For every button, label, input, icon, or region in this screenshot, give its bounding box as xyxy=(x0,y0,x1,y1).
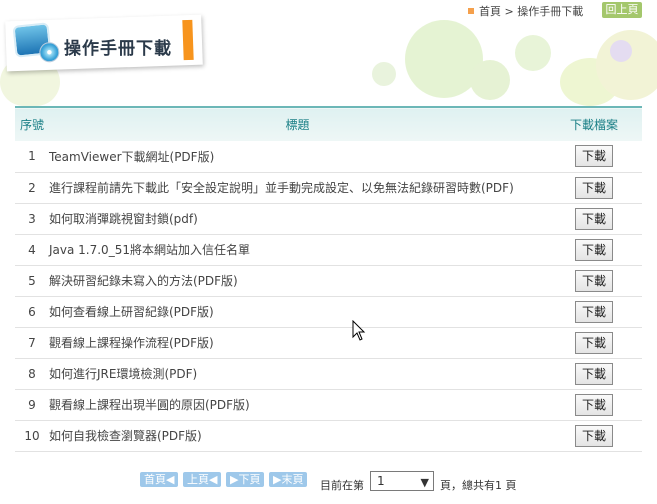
decor-bubble xyxy=(610,40,632,62)
row-number: 5 xyxy=(15,265,49,297)
download-button[interactable]: 下載 xyxy=(575,300,613,323)
row-download-cell: 下載 xyxy=(546,389,642,421)
breadcrumb-current: 操作手冊下載 xyxy=(517,5,584,18)
page-select-value: 1 xyxy=(377,474,385,488)
next-page-button[interactable]: ▶下頁 xyxy=(226,472,265,487)
table-row: 6 如何查看線上研習紀錄(PDF版) 下載 xyxy=(15,296,642,328)
row-number: 1 xyxy=(15,141,49,173)
row-number: 9 xyxy=(15,389,49,421)
download-button[interactable]: 下載 xyxy=(575,331,613,354)
header-download: 下載檔案 xyxy=(569,118,618,132)
row-download-cell: 下載 xyxy=(546,141,642,173)
row-title: 如何自我檢查瀏覽器(PDF版) xyxy=(49,420,546,452)
row-download-cell: 下載 xyxy=(546,296,642,328)
row-number: 8 xyxy=(15,358,49,390)
download-button[interactable]: 下載 xyxy=(575,362,613,385)
header-banner: 首頁 > 操作手冊下載 回上頁 操作手冊下載 xyxy=(0,0,657,106)
download-button[interactable]: 下載 xyxy=(575,145,613,168)
header-no: 序號 xyxy=(19,118,44,132)
row-title: 觀看線上課程出現半圓的原因(PDF版) xyxy=(49,389,546,421)
row-title: Java 1.7.0_51將本網站加入信任名單 xyxy=(49,234,546,266)
row-download-cell: 下載 xyxy=(546,327,642,359)
decor-bubble xyxy=(372,62,396,86)
table-row: 9 觀看線上課程出現半圓的原因(PDF版) 下載 xyxy=(15,389,642,421)
row-download-cell: 下載 xyxy=(546,420,642,452)
back-button[interactable]: 回上頁 xyxy=(602,2,642,18)
table-row: 10 如何自我檢查瀏覽器(PDF版) 下載 xyxy=(15,420,642,452)
decor-bubble xyxy=(515,35,551,71)
row-title: 觀看線上課程操作流程(PDF版) xyxy=(49,327,546,359)
table-row: 1 TeamViewer下載網址(PDF版) 下載 xyxy=(15,141,642,173)
manual-table: 序號 標題 下載檔案 1 TeamViewer下載網址(PDF版) 下載 2 進行課程前… xyxy=(15,106,642,452)
current-page-label: 目前在第 xyxy=(320,479,364,492)
mouse-pointer-icon xyxy=(352,320,366,341)
row-number: 7 xyxy=(15,327,49,359)
row-download-cell: 下載 xyxy=(546,234,642,266)
row-title: 解決研習紀錄未寫入的方法(PDF版) xyxy=(49,265,546,297)
breadcrumb-separator: > xyxy=(504,5,514,18)
row-number: 4 xyxy=(15,234,49,266)
table-row: 2 進行課程前請先下載此「安全設定說明」並手動完成設定、以免無法紀錄研習時數(PD… xyxy=(15,172,642,204)
manual-cd-icon xyxy=(12,22,61,64)
breadcrumb: 首頁 > 操作手冊下載 xyxy=(468,3,583,19)
download-button[interactable]: 下載 xyxy=(575,176,613,199)
row-download-cell: 下載 xyxy=(546,358,642,390)
row-number: 10 xyxy=(15,420,49,452)
row-number: 2 xyxy=(15,172,49,204)
table-header-row: 序號 標題 下載檔案 xyxy=(15,107,642,141)
download-button[interactable]: 下載 xyxy=(575,424,613,447)
row-download-cell: 下載 xyxy=(546,203,642,235)
pagination: 首頁◀ 上頁◀ ▶下頁 ▶末頁 目前在第 1 ▼ 頁，總共有1 頁 xyxy=(0,471,657,492)
download-button[interactable]: 下載 xyxy=(575,393,613,416)
page-select[interactable]: 1 ▼ xyxy=(370,471,434,491)
table-row: 4 Java 1.7.0_51將本網站加入信任名單 下載 xyxy=(15,234,642,266)
table-row: 7 觀看線上課程操作流程(PDF版) 下載 xyxy=(15,327,642,359)
download-button[interactable]: 下載 xyxy=(575,238,613,261)
chevron-down-icon: ▼ xyxy=(420,476,429,489)
row-title: TeamViewer下載網址(PDF版) xyxy=(49,141,546,173)
row-title: 如何進行JRE環境檢測(PDF) xyxy=(49,358,546,390)
prev-page-button[interactable]: 上頁◀ xyxy=(183,472,222,487)
page-title: 操作手冊下載 xyxy=(64,39,172,59)
bullet-icon xyxy=(468,8,474,14)
row-title: 如何取消彈跳視窗封鎖(pdf) xyxy=(49,203,546,235)
download-button[interactable]: 下載 xyxy=(575,207,613,230)
row-title: 進行課程前請先下載此「安全設定說明」並手動完成設定、以免無法紀錄研習時數(PDF… xyxy=(49,172,546,204)
row-download-cell: 下載 xyxy=(546,265,642,297)
download-button[interactable]: 下載 xyxy=(575,269,613,292)
row-number: 3 xyxy=(15,203,49,235)
row-number: 6 xyxy=(15,296,49,328)
row-title: 如何查看線上研習紀錄(PDF版) xyxy=(49,296,546,328)
last-page-button[interactable]: ▶末頁 xyxy=(269,472,308,487)
header-title: 標題 xyxy=(285,118,310,132)
table-row: 3 如何取消彈跳視窗封鎖(pdf) 下載 xyxy=(15,203,642,235)
row-download-cell: 下載 xyxy=(546,172,642,204)
decor-bubble xyxy=(470,60,510,100)
breadcrumb-home[interactable]: 首頁 xyxy=(479,5,501,18)
first-page-button[interactable]: 首頁◀ xyxy=(140,472,179,487)
title-accent-bar xyxy=(182,19,194,61)
table-row: 5 解決研習紀錄未寫入的方法(PDF版) 下載 xyxy=(15,265,642,297)
total-pages-label: 頁，總共有1 頁 xyxy=(440,479,517,492)
table-row: 8 如何進行JRE環境檢測(PDF) 下載 xyxy=(15,358,642,390)
